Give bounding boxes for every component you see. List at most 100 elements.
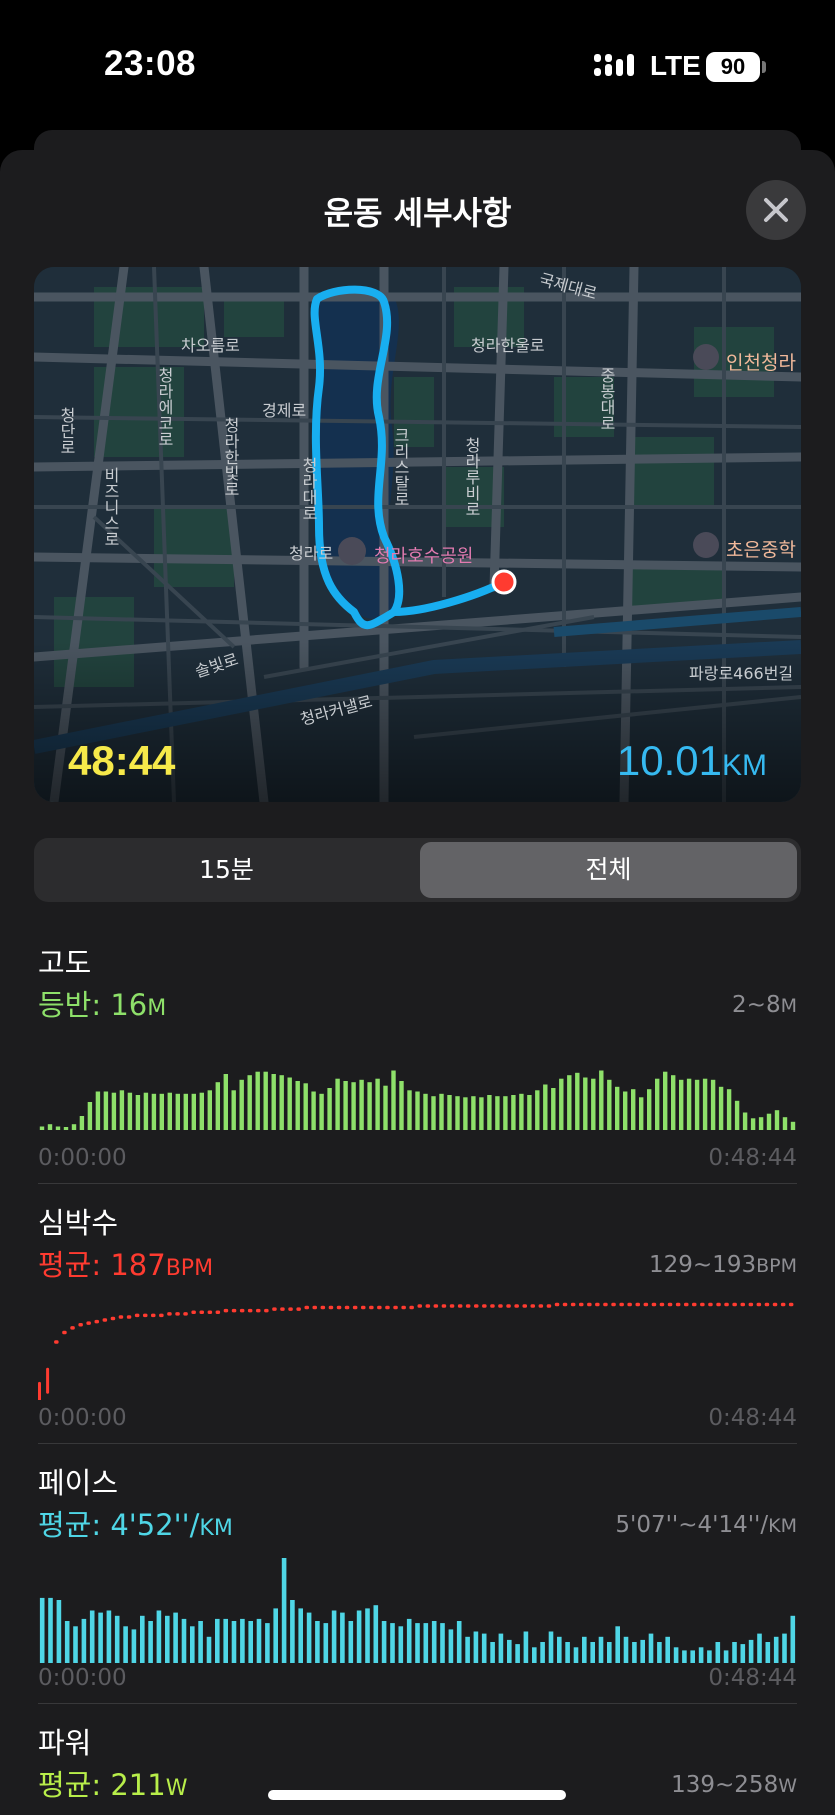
elevation-bar bbox=[135, 1095, 141, 1130]
elevation-bar bbox=[263, 1071, 268, 1130]
pace-range-value: 5'07''~4'14''/ bbox=[615, 1512, 769, 1538]
pace-section[interactable]: 페이스 평균: 4'52''/KM 5'07''~4'14''/KM 0:00:… bbox=[0, 1460, 835, 1704]
elevation-bar bbox=[710, 1079, 716, 1130]
pace-bar bbox=[148, 1621, 153, 1663]
pace-bar bbox=[190, 1626, 195, 1663]
power-average-label: 평균: bbox=[38, 1768, 102, 1802]
heart-rate-point bbox=[498, 1304, 503, 1308]
heart-rate-point bbox=[118, 1315, 124, 1319]
elevation-bar bbox=[790, 1121, 796, 1130]
pace-bar bbox=[465, 1636, 470, 1663]
pace-bar bbox=[540, 1642, 545, 1663]
pace-bar bbox=[81, 1618, 87, 1663]
elevation-bar bbox=[319, 1093, 324, 1130]
map-label: 청라에코로 bbox=[155, 367, 174, 447]
elevation-bar bbox=[183, 1093, 188, 1130]
elevation-bar bbox=[655, 1078, 660, 1130]
cellular-signal-icon bbox=[594, 54, 636, 82]
elevation-bar bbox=[271, 1074, 276, 1130]
home-indicator[interactable] bbox=[268, 1790, 566, 1800]
map-label: 차오름로 bbox=[181, 336, 240, 355]
heart-rate-point bbox=[62, 1330, 67, 1335]
elevation-bar bbox=[543, 1084, 548, 1130]
elevation-bar bbox=[87, 1102, 93, 1130]
elevation-bar bbox=[71, 1124, 77, 1130]
heart-rate-point bbox=[554, 1302, 560, 1307]
pace-bar bbox=[373, 1605, 379, 1663]
elevation-bar bbox=[159, 1093, 164, 1130]
pace-bar bbox=[348, 1621, 354, 1663]
heart-rate-point bbox=[692, 1302, 697, 1307]
elevation-bar bbox=[95, 1091, 101, 1130]
elevation-bar bbox=[327, 1088, 332, 1130]
heart-rate-point bbox=[716, 1302, 721, 1307]
elevation-bar bbox=[383, 1085, 388, 1130]
elevation-bar bbox=[207, 1090, 212, 1130]
pace-bar bbox=[623, 1636, 629, 1663]
pace-bar bbox=[548, 1631, 554, 1663]
heart-rate-point bbox=[643, 1302, 649, 1307]
heart-rate-point bbox=[538, 1304, 544, 1308]
pace-bar bbox=[632, 1642, 637, 1663]
heart-rate-point bbox=[684, 1302, 689, 1307]
pace-bar bbox=[265, 1623, 270, 1663]
heart-rate-point bbox=[272, 1307, 277, 1311]
pace-bar bbox=[390, 1623, 395, 1663]
pace-bar bbox=[498, 1633, 504, 1663]
pace-bar bbox=[707, 1650, 712, 1663]
heart-rate-point bbox=[506, 1304, 511, 1308]
power-section[interactable]: 파워 평균: 211W 139~258W bbox=[0, 1720, 835, 1815]
heart-rate-point bbox=[328, 1305, 334, 1310]
pace-bar bbox=[206, 1636, 212, 1663]
pace-bar bbox=[490, 1642, 495, 1663]
heart-rate-point bbox=[675, 1302, 681, 1307]
elevation-bar bbox=[79, 1116, 85, 1130]
elevation-range-unit: M bbox=[780, 995, 797, 1017]
heart-rate-point bbox=[288, 1307, 293, 1311]
elevation-bar bbox=[591, 1078, 596, 1130]
heart-rate-point bbox=[78, 1323, 83, 1327]
heart-rate-point bbox=[70, 1326, 75, 1330]
heart-rate-point bbox=[377, 1305, 382, 1310]
heart-rate-section[interactable]: 심박수 평균: 187BPM 129~193BPM 0:00:00 0:48:4… bbox=[0, 1200, 835, 1444]
heart-rate-point bbox=[514, 1304, 519, 1308]
close-button[interactable] bbox=[746, 180, 806, 240]
map-label: 비즈니스로 bbox=[101, 467, 120, 547]
heart-rate-point bbox=[175, 1312, 180, 1316]
power-range-value: 139~258 bbox=[671, 1772, 779, 1798]
heart-rate-point bbox=[231, 1308, 237, 1313]
pace-bar bbox=[523, 1631, 529, 1663]
pace-bar bbox=[298, 1608, 303, 1663]
power-range: 139~258W bbox=[671, 1772, 797, 1798]
pace-bar bbox=[381, 1621, 387, 1663]
pace-bar bbox=[73, 1626, 78, 1663]
segment-15min[interactable]: 15분 bbox=[38, 842, 415, 898]
heart-rate-point bbox=[280, 1307, 285, 1311]
heart-rate-point bbox=[247, 1308, 253, 1313]
heart-rate-point bbox=[482, 1304, 487, 1308]
divider bbox=[38, 1443, 797, 1444]
heart-rate-point bbox=[490, 1304, 495, 1308]
workout-details-sheet: 운동 세부사항 국제대로 차오름로 청라한울로 인천청라 경제로 중봉대로 청라… bbox=[0, 150, 835, 1815]
pace-bar bbox=[173, 1612, 178, 1663]
elevation-bar bbox=[39, 1126, 45, 1130]
elevation-bar bbox=[774, 1110, 780, 1130]
elevation-bar bbox=[247, 1075, 252, 1130]
elevation-bar bbox=[311, 1091, 316, 1130]
heart-rate-point bbox=[385, 1305, 390, 1310]
elevation-section[interactable]: 고도 등반: 16M 2~8M 0:00:00 0:48:44 bbox=[0, 940, 835, 1184]
map-label: 청라대로 bbox=[299, 457, 318, 521]
pace-bar bbox=[215, 1618, 220, 1663]
pace-bar bbox=[607, 1642, 612, 1663]
heart-rate-point bbox=[587, 1302, 592, 1307]
elevation-bar bbox=[55, 1126, 61, 1130]
segment-all[interactable]: 전체 bbox=[420, 842, 797, 898]
power-average-value: 211 bbox=[110, 1768, 166, 1802]
heart-rate-point bbox=[352, 1305, 358, 1310]
route-map[interactable]: 국제대로 차오름로 청라한울로 인천청라 경제로 중봉대로 청라에코로 청단로 … bbox=[34, 267, 801, 802]
heart-rate-point bbox=[215, 1310, 221, 1314]
pace-bar bbox=[665, 1636, 670, 1663]
pace-bar bbox=[181, 1618, 187, 1663]
elevation-range-value: 2~8 bbox=[732, 992, 781, 1018]
elevation-bar bbox=[175, 1093, 180, 1130]
